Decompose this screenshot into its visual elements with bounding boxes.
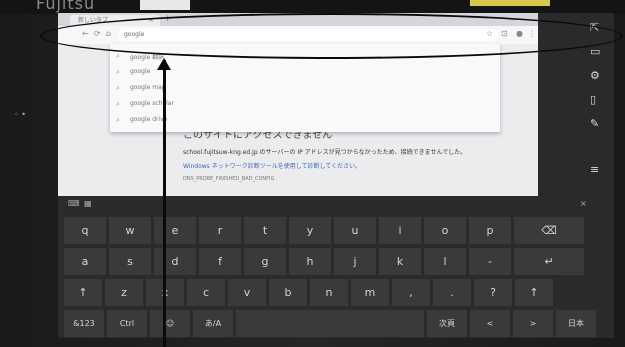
key-2-8[interactable]: , xyxy=(392,279,430,306)
suggestion-text: google xyxy=(130,68,151,75)
search-icon: ⌕ xyxy=(116,68,120,76)
key-2-9[interactable]: . xyxy=(433,279,471,306)
tablet-icon[interactable]: ▯ xyxy=(590,93,596,106)
key-0-5[interactable]: y xyxy=(289,217,331,244)
tape-label xyxy=(140,0,190,10)
key-0-1[interactable]: w xyxy=(109,217,151,244)
annotation-ellipse xyxy=(40,13,623,59)
keyboard-icon[interactable]: ⌨ xyxy=(68,199,80,208)
key-0-10[interactable]: ⌫ xyxy=(514,217,584,244)
suggestion-item[interactable]: ⌕ google drive xyxy=(116,116,168,127)
layout-icon[interactable]: ▦ xyxy=(84,199,92,208)
key-0-9[interactable]: p xyxy=(469,217,511,244)
search-icon: ⌕ xyxy=(116,84,120,92)
key-1-7[interactable]: k xyxy=(379,248,421,275)
diagnostics-link[interactable]: Windows ネットワーク診断ツールを使用して診断してください。 xyxy=(183,161,361,170)
key-2-10[interactable]: ? xyxy=(474,279,512,306)
search-icon: ⌕ xyxy=(116,116,120,124)
key-1-8[interactable]: l xyxy=(424,248,466,275)
key-0-8[interactable]: o xyxy=(424,217,466,244)
suggestion-item[interactable]: ⌕ google map xyxy=(116,84,166,95)
tape-label xyxy=(470,0,550,6)
key-1-3[interactable]: f xyxy=(199,248,241,275)
key-language[interactable]: 日本 xyxy=(556,310,596,337)
key-space[interactable] xyxy=(236,310,424,337)
suggestion-item[interactable]: ⌕ google scholar xyxy=(116,100,174,111)
suggestion-text: google scholar xyxy=(130,100,174,107)
key-1-5[interactable]: h xyxy=(289,248,331,275)
brand-logo: Fujitsu xyxy=(36,0,96,13)
key-2-1[interactable]: z xyxy=(105,279,143,306)
pen-icon[interactable]: ✎ xyxy=(590,117,599,130)
key-0-3[interactable]: r xyxy=(199,217,241,244)
key-2-6[interactable]: n xyxy=(310,279,348,306)
key-right[interactable]: > xyxy=(513,310,553,337)
key-0-0[interactable]: q xyxy=(64,217,106,244)
annotation-arrow xyxy=(163,60,166,347)
settings-icon[interactable]: ⚙ xyxy=(590,69,600,82)
error-code: DNS_PROBE_FINISHED_BAD_CONFIG xyxy=(183,176,275,182)
key-0-4[interactable]: t xyxy=(244,217,286,244)
key-2-5[interactable]: b xyxy=(269,279,307,306)
camera-icon: ◦ • xyxy=(14,110,26,119)
tablet-screen: 新しいタブ × + ← ⟳ ⌂ google ☆ ⊡ ● ⋮ このサイトにアクセ… xyxy=(58,13,614,338)
key-1-9[interactable]: - xyxy=(469,248,511,275)
key-next[interactable]: 次頁 xyxy=(427,310,467,337)
key-2-3[interactable]: c xyxy=(187,279,225,306)
close-icon[interactable]: × xyxy=(580,199,587,208)
more-icon[interactable]: ≡ xyxy=(590,163,599,176)
key-2-4[interactable]: v xyxy=(228,279,266,306)
error-message: school.fujitsuw-kng.ed.jp のサーバーの IP アドレス… xyxy=(183,149,467,156)
key-1-2[interactable]: d xyxy=(154,248,196,275)
search-icon: ⌕ xyxy=(116,52,120,60)
key-1-1[interactable]: s xyxy=(109,248,151,275)
key-number-switch[interactable]: &123 xyxy=(64,310,104,337)
key-2-0[interactable]: ↑ xyxy=(64,279,102,306)
key-1-0[interactable]: a xyxy=(64,248,106,275)
suggestion-text: google drive xyxy=(130,116,168,123)
key-2-11[interactable]: ↑ xyxy=(515,279,553,306)
key-ctrl[interactable]: Ctrl xyxy=(107,310,147,337)
key-emoji[interactable]: ☺ xyxy=(150,310,190,337)
key-left[interactable]: < xyxy=(470,310,510,337)
key-1-4[interactable]: g xyxy=(244,248,286,275)
search-icon: ⌕ xyxy=(116,100,120,108)
key-kana[interactable]: あ/A xyxy=(193,310,233,337)
key-0-6[interactable]: u xyxy=(334,217,376,244)
window-icon[interactable]: ▭ xyxy=(590,45,600,58)
key-0-2[interactable]: e xyxy=(154,217,196,244)
key-0-7[interactable]: i xyxy=(379,217,421,244)
keyboard-toolbar: ⌨ ▦ × xyxy=(58,196,614,214)
key-1-6[interactable]: j xyxy=(334,248,376,275)
suggestion-text: google map xyxy=(130,84,166,91)
suggestion-item[interactable]: ⌕ google xyxy=(116,68,151,79)
key-1-10[interactable]: ↵ xyxy=(514,248,584,275)
key-2-7[interactable]: m xyxy=(351,279,389,306)
onscreen-keyboard: ⌨ ▦ × qwertyuiop⌫asdfghjkl-↵↑zxcvbnm,.?↑… xyxy=(58,196,614,338)
